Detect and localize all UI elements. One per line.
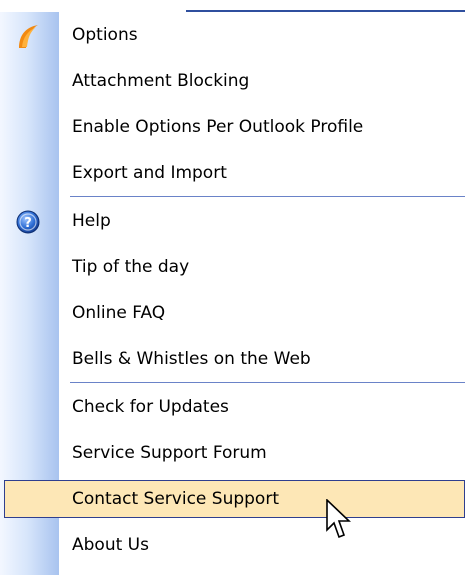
- menu-item-label: Export and Import: [72, 163, 227, 183]
- menu-item-label: Contact Service Support: [72, 489, 279, 509]
- menu-item-label: Tip of the day: [72, 257, 190, 277]
- menu-item-enable-options-per-profile[interactable]: Enable Options Per Outlook Profile: [0, 104, 465, 150]
- menu-item-tip-of-the-day[interactable]: Tip of the day: [0, 244, 465, 290]
- menu-item-options[interactable]: Options: [0, 12, 465, 58]
- menu-item-online-faq[interactable]: Online FAQ: [0, 290, 465, 336]
- menu-item-label: Enable Options Per Outlook Profile: [72, 117, 364, 137]
- menu-item-label: Help: [72, 211, 111, 231]
- menu-item-label: Options: [72, 25, 138, 45]
- context-menu: Options Attachment Blocking Enable Optio…: [0, 12, 465, 575]
- screen: Options Attachment Blocking Enable Optio…: [0, 0, 465, 575]
- menu-item-attachment-blocking[interactable]: Attachment Blocking: [0, 58, 465, 104]
- svg-text:?: ?: [24, 216, 32, 231]
- app-logo-icon: [14, 22, 42, 50]
- menu-item-contact-service-support[interactable]: Contact Service Support: [0, 476, 465, 522]
- menu-item-label: About Us: [72, 535, 149, 555]
- menu-item-export-import[interactable]: Export and Import: [0, 150, 465, 196]
- menu-item-label: Bells & Whistles on the Web: [72, 349, 311, 369]
- menu-item-label: Service Support Forum: [72, 443, 267, 463]
- menu-item-label: Online FAQ: [72, 303, 166, 323]
- menu-item-about-us[interactable]: About Us: [0, 522, 465, 568]
- menu-items: Options Attachment Blocking Enable Optio…: [0, 12, 465, 568]
- arrow-cursor-icon: [325, 498, 355, 545]
- menu-item-check-updates[interactable]: Check for Updates: [0, 384, 465, 430]
- menu-item-service-support-forum[interactable]: Service Support Forum: [0, 430, 465, 476]
- help-icon: ?: [14, 208, 42, 236]
- menu-item-help[interactable]: ? Help: [0, 198, 465, 244]
- menu-item-label: Attachment Blocking: [72, 71, 250, 91]
- menu-item-label: Check for Updates: [72, 397, 229, 417]
- menu-item-bells-whistles-web[interactable]: Bells & Whistles on the Web: [0, 336, 465, 382]
